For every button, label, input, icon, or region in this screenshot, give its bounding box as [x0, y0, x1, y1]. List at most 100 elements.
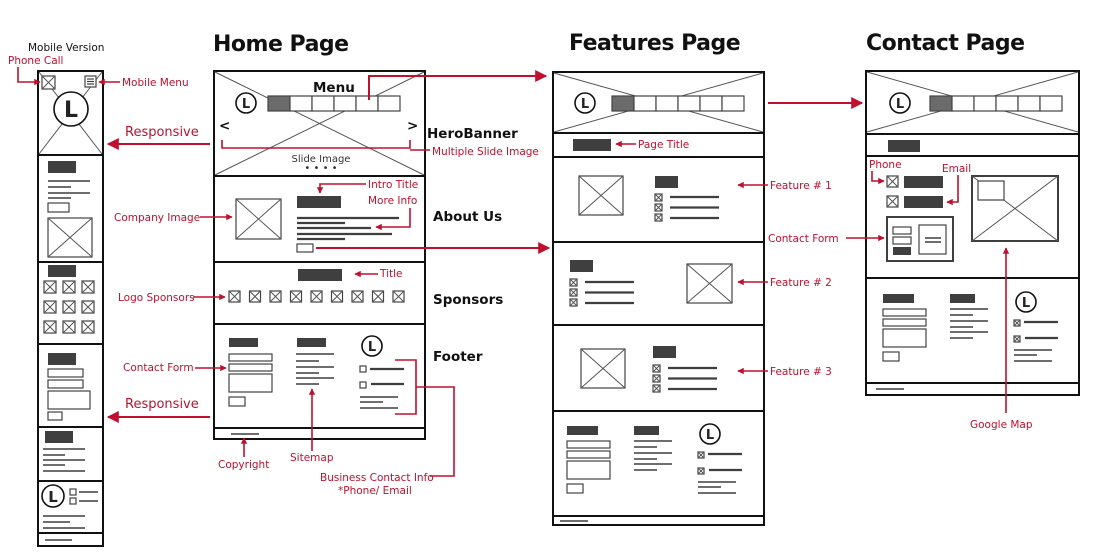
check-icon	[652, 374, 661, 383]
slide-next-button[interactable]: >	[407, 118, 418, 134]
multiple-slide-image-label: Multiple Slide Image	[432, 146, 539, 158]
nav-item-active[interactable]	[611, 95, 635, 112]
nav-item[interactable]	[311, 95, 335, 112]
herobanner-label: HeroBanner	[427, 126, 518, 142]
svg-text:L: L	[581, 97, 589, 112]
form-submit[interactable]	[228, 396, 246, 407]
form-field[interactable]	[882, 318, 927, 327]
form-field[interactable]	[566, 440, 611, 449]
slide-prev-button[interactable]: <	[219, 118, 230, 134]
contact-page-title: Contact Page	[866, 31, 1025, 56]
nav-item-active[interactable]	[929, 95, 953, 112]
email-icon	[697, 467, 705, 475]
contact-form-widget[interactable]	[886, 216, 954, 262]
feature-image	[580, 348, 626, 389]
sponsor-logo-icon	[81, 280, 95, 294]
phone-number-block	[904, 176, 943, 188]
sponsor-logo-icon	[392, 290, 405, 303]
check-icon	[569, 298, 578, 307]
sponsor-logo-icon	[310, 290, 323, 303]
form-textarea[interactable]	[566, 460, 611, 480]
intro-title-block	[297, 196, 341, 208]
form-field[interactable]	[47, 368, 84, 378]
more-info-button[interactable]	[296, 243, 314, 253]
contact-page-wireframe: L L	[865, 70, 1080, 396]
svg-text:L: L	[706, 428, 714, 443]
sitemap-wireframe-diagram: Mobile Version Home Page Features Page C…	[8, 31, 1080, 547]
sponsor-logo-icon	[371, 290, 385, 303]
form-field[interactable]	[47, 379, 84, 389]
company-image-label: Company Image	[114, 212, 200, 224]
sponsor-logo-icon	[62, 320, 76, 334]
email-icon	[69, 497, 77, 505]
contact-form-contact-label: Contact Form	[768, 233, 839, 245]
contact-form-label: Contact Form	[123, 362, 194, 374]
form-submit[interactable]	[47, 411, 63, 421]
phone-icon	[697, 451, 705, 459]
form-field[interactable]	[228, 363, 273, 372]
phone-call-label: Phone Call	[8, 55, 63, 67]
sponsor-logo-icon	[43, 300, 57, 314]
nav-item-active[interactable]	[267, 95, 291, 112]
phone-icon	[69, 488, 77, 496]
email-icon	[359, 381, 367, 389]
menu-label: Menu	[313, 80, 355, 96]
google-map-label: Google Map	[970, 419, 1033, 431]
form-textarea[interactable]	[228, 373, 273, 393]
logo-sponsors-label: Logo Sponsors	[118, 292, 195, 304]
nav-item[interactable]	[333, 95, 357, 112]
nav-item[interactable]	[377, 95, 401, 112]
hamburger-menu-icon[interactable]	[84, 75, 97, 88]
copyright-label: Copyright	[218, 459, 269, 471]
form-field[interactable]	[566, 450, 611, 459]
check-icon	[654, 203, 663, 212]
sponsor-logo-icon	[62, 280, 76, 294]
page-title-block	[573, 139, 611, 151]
responsive-label-top: Responsive	[125, 125, 199, 140]
check-icon	[652, 384, 661, 393]
google-map-placeholder[interactable]	[971, 175, 1059, 242]
email-icon	[1013, 335, 1021, 343]
nav-item[interactable]	[699, 95, 723, 112]
form-submit[interactable]	[566, 483, 584, 494]
home-page-wireframe: Menu L < > Slide Image • • • • L	[213, 70, 426, 440]
page-title-label: Page Title	[638, 139, 689, 151]
nav-item[interactable]	[1039, 95, 1063, 112]
more-info-button[interactable]	[47, 202, 70, 213]
logo-icon: L	[1015, 291, 1037, 313]
nav-item[interactable]	[973, 95, 997, 112]
feature-image	[686, 263, 733, 304]
footer-label: Footer	[433, 349, 483, 365]
responsive-label-bottom: Responsive	[125, 397, 199, 412]
form-textarea[interactable]	[882, 328, 927, 348]
feature-1-label: Feature # 1	[770, 180, 832, 192]
nav-menu	[267, 95, 401, 112]
form-textarea[interactable]	[47, 390, 91, 410]
nav-item[interactable]	[655, 95, 679, 112]
nav-item[interactable]	[289, 95, 313, 112]
more-info-label: More Info	[368, 195, 417, 207]
slide-dots[interactable]: • • • •	[304, 163, 337, 174]
check-icon	[569, 288, 578, 297]
phone-icon	[1013, 319, 1021, 327]
nav-item[interactable]	[721, 95, 745, 112]
nav-item[interactable]	[633, 95, 657, 112]
nav-item[interactable]	[677, 95, 701, 112]
sponsor-logo-icon	[351, 290, 364, 303]
intro-title-label: Intro Title	[368, 179, 418, 191]
mobile-menu-label: Mobile Menu	[122, 77, 189, 89]
sponsor-logo-icon	[330, 290, 344, 303]
sponsor-logo-icon	[228, 290, 241, 303]
form-field[interactable]	[228, 353, 273, 362]
check-icon	[654, 213, 663, 222]
svg-text:L: L	[242, 97, 250, 112]
nav-item[interactable]	[355, 95, 379, 112]
nav-item[interactable]	[1017, 95, 1041, 112]
phone-label: Phone	[869, 159, 902, 171]
nav-item[interactable]	[951, 95, 975, 112]
form-field[interactable]	[882, 308, 927, 317]
nav-item[interactable]	[995, 95, 1019, 112]
form-submit[interactable]	[882, 351, 900, 362]
sponsor-logo-icon	[81, 300, 95, 314]
logo-icon: L	[699, 423, 721, 445]
